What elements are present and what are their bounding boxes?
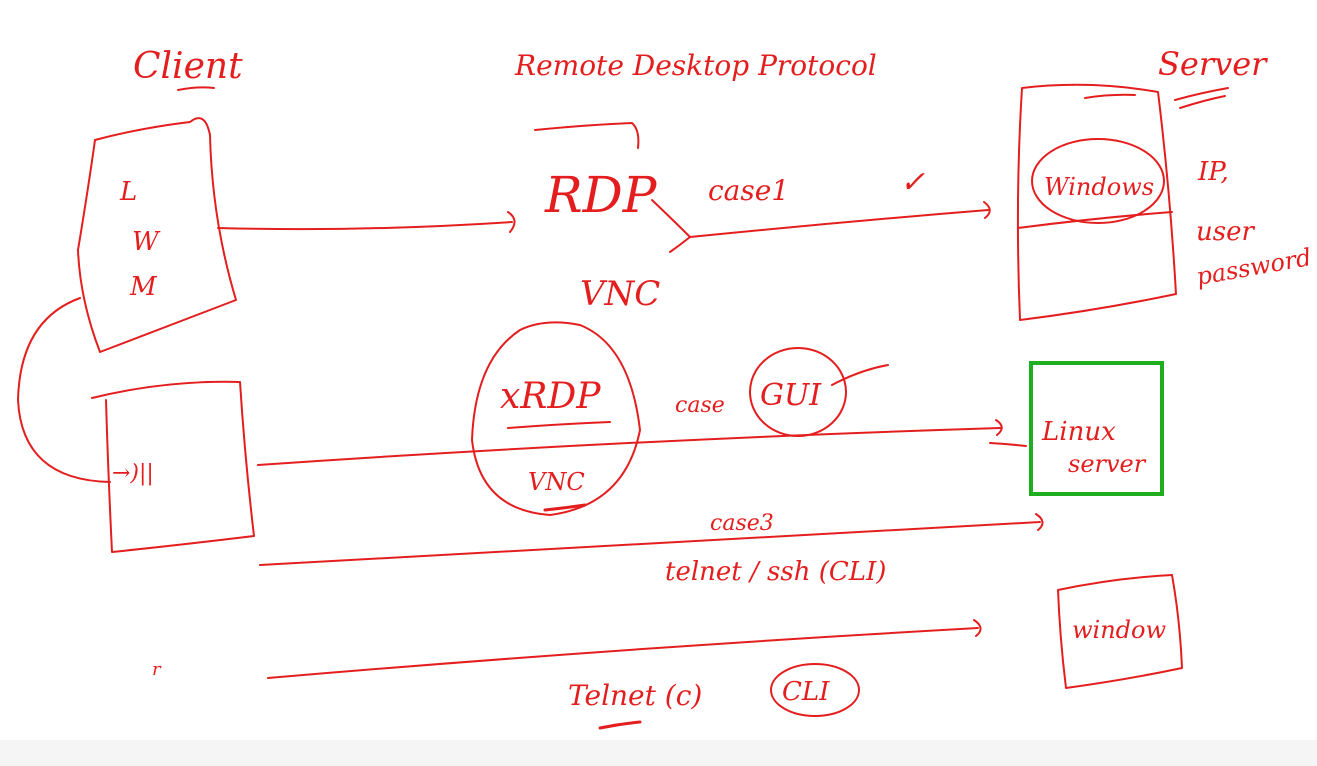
- case2-label: case: [675, 393, 725, 418]
- telnet-underline: [598, 720, 642, 730]
- case1-label: case1: [708, 174, 789, 207]
- client-heading: Client: [133, 46, 243, 87]
- windows-label: Windows: [1044, 173, 1154, 201]
- client-os-w: W: [132, 227, 161, 257]
- telnet-cli-label: Telnet (c): [568, 679, 702, 712]
- credential-password: password: [1194, 243, 1313, 291]
- telnet-ssh-label: telnet / ssh (CLI): [665, 557, 886, 587]
- canvas-bottom-strip: [0, 740, 1317, 766]
- linux-arrow-extension: [989, 442, 1027, 447]
- cli-label: CLI: [782, 677, 830, 707]
- arrow-rdp-to-windows: [689, 201, 991, 238]
- protocol-title: Remote Desktop Protocol: [514, 49, 877, 82]
- windows-divider: [1017, 211, 1173, 229]
- arrow-telnet-ssh: [259, 513, 1044, 566]
- client-underline: [177, 86, 215, 91]
- gui-tail: [831, 364, 889, 386]
- rdp-overline: [534, 122, 640, 149]
- server-heading: Server: [1158, 45, 1268, 83]
- server-underline: [1174, 87, 1229, 109]
- stray-mark: r: [152, 659, 162, 680]
- client-os-m: M: [129, 272, 158, 302]
- arrow-client-to-rdp: [217, 211, 516, 233]
- rdp-branch: [651, 199, 691, 253]
- arrow-client-to-linux: [257, 419, 1003, 466]
- server-label: server: [1068, 450, 1147, 478]
- client-os-l: L: [119, 177, 137, 207]
- arrow-telnet-cli: [267, 619, 982, 679]
- windows-box-label: window: [1072, 616, 1166, 644]
- xrdp-label: xRDP: [500, 376, 601, 417]
- xrdp-underline: [507, 421, 611, 429]
- windows-server-top-mark: [1084, 93, 1136, 99]
- case1-check: ✓: [900, 165, 925, 200]
- client-2-mark: →)||: [112, 461, 154, 486]
- credential-user: user: [1196, 217, 1255, 247]
- client-connector-loop: [17, 297, 111, 483]
- vnc-top-label: VNC: [580, 274, 660, 314]
- case3-label: case3: [710, 511, 774, 536]
- linux-label: Linux: [1041, 417, 1116, 447]
- credential-ip: IP,: [1197, 157, 1229, 187]
- rdp-label: RDP: [544, 166, 658, 224]
- vnc-circle-label: VNC: [528, 468, 585, 496]
- gui-label: GUI: [760, 378, 822, 413]
- whiteboard: Client Remote Desktop Protocol Server L …: [17, 45, 1313, 730]
